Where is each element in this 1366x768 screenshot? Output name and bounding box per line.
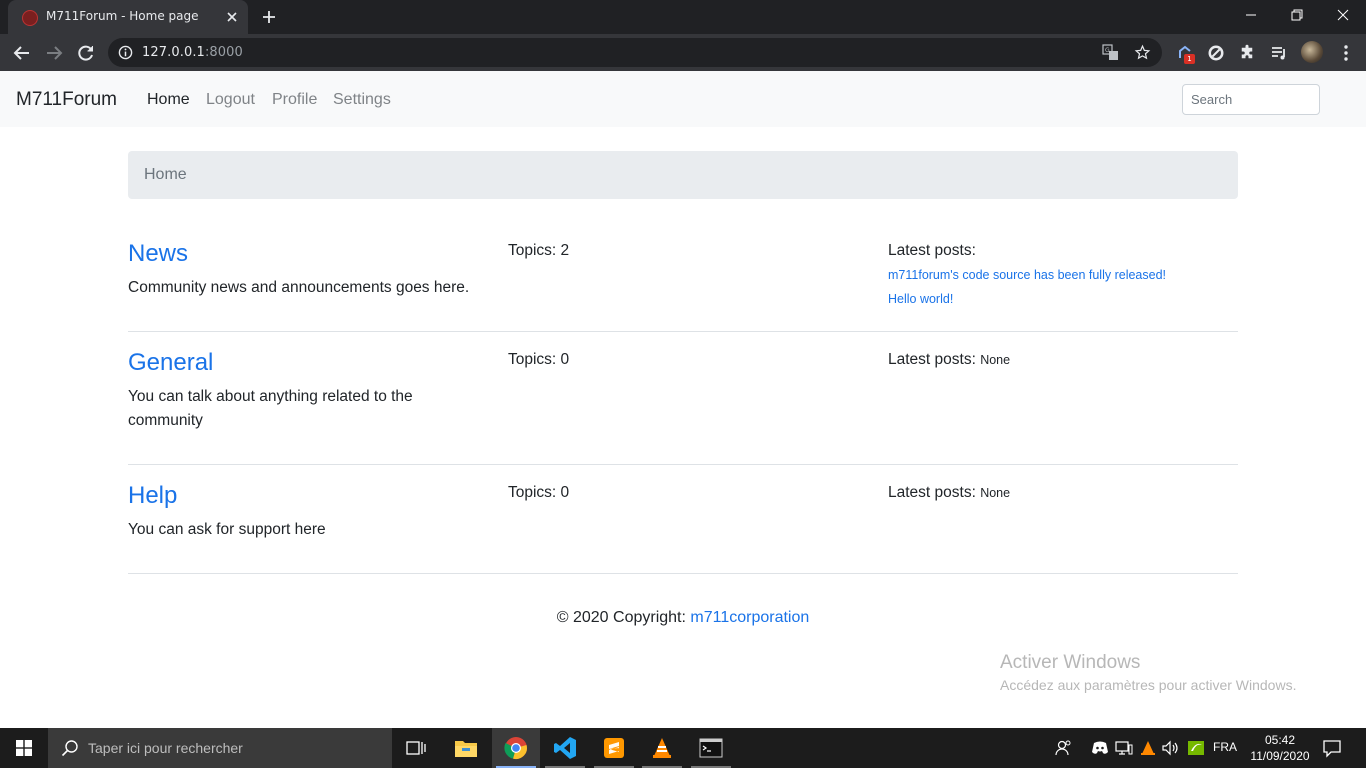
search-input[interactable]	[1182, 84, 1320, 115]
close-tab-icon[interactable]	[224, 9, 240, 25]
clock-time: 05:42	[1264, 733, 1296, 747]
nav-settings-link[interactable]: Settings	[333, 91, 391, 109]
minimize-icon[interactable]	[1228, 0, 1274, 30]
new-tab-icon[interactable]	[260, 8, 278, 26]
bookmark-star-icon[interactable]	[1134, 44, 1151, 61]
url-port: :8000	[204, 45, 243, 60]
sublime-text-icon	[604, 738, 624, 758]
profile-avatar[interactable]	[1301, 41, 1323, 63]
nav-logout-link[interactable]: Logout	[206, 91, 255, 109]
footer-company-link[interactable]: m711corporation	[690, 609, 809, 626]
forum-description: You can talk about anything related to t…	[128, 388, 413, 429]
input-language[interactable]: FRA	[1213, 740, 1237, 754]
extensions-puzzle-icon[interactable]	[1237, 43, 1257, 63]
browser-toolbar: 127.0.0.1:8000 G 1	[0, 34, 1366, 71]
nvidia-tray-icon[interactable]	[1186, 738, 1206, 758]
forward-icon[interactable]	[42, 41, 66, 65]
latest-posts-field: Latest posts: None	[888, 351, 1010, 369]
footer-copyright: © 2020 Copyright:	[556, 609, 691, 626]
clock-date: 11/09/2020	[1250, 749, 1310, 763]
svg-text:G: G	[1105, 47, 1110, 54]
vlc-icon	[653, 738, 671, 758]
close-window-icon[interactable]	[1320, 0, 1366, 30]
latest-posts-none: None	[980, 486, 1011, 500]
forum-topics-count: Topics: 0	[508, 484, 570, 501]
notification-center-icon[interactable]	[1322, 738, 1342, 758]
folder-icon	[455, 741, 477, 757]
breadcrumb: Home	[128, 151, 1238, 199]
translate-icon[interactable]: G	[1102, 44, 1119, 61]
people-icon[interactable]	[1054, 738, 1074, 758]
latest-posts-none: None	[980, 353, 1011, 367]
browser-tab[interactable]: M711Forum - Home page	[8, 0, 248, 34]
forum-description: You can ask for support here	[128, 521, 326, 538]
latest-posts-label: Latest posts:	[888, 242, 976, 259]
media-queue-icon[interactable]	[1269, 43, 1289, 63]
address-bar[interactable]: 127.0.0.1:8000 G	[108, 38, 1162, 67]
taskbar-vscode[interactable]	[541, 728, 589, 768]
site-footer: © 2020 Copyright: m711corporation	[0, 609, 1366, 627]
taskbar-sublime-text[interactable]	[590, 728, 638, 768]
activation-watermark-title: Activer Windows	[1000, 652, 1141, 673]
discord-tray-icon[interactable]	[1090, 738, 1110, 758]
terminal-icon	[699, 738, 723, 758]
browser-titlebar: M711Forum - Home page	[0, 0, 1366, 34]
vscode-icon	[554, 737, 576, 759]
latest-post-link[interactable]: m711forum's code source has been fully r…	[888, 268, 1166, 282]
restore-icon[interactable]	[1274, 0, 1320, 30]
taskbar-terminal[interactable]	[687, 728, 735, 768]
extension-notification-icon[interactable]: 1	[1175, 43, 1195, 64]
volume-icon[interactable]	[1160, 738, 1182, 758]
start-button[interactable]	[0, 728, 48, 768]
site-favicon-icon	[22, 10, 38, 26]
forum-title-link[interactable]: Help	[128, 482, 177, 510]
taskbar-clock[interactable]: 05:42 11/09/2020	[1248, 732, 1312, 764]
taskbar-file-explorer[interactable]	[442, 728, 490, 768]
site-brand[interactable]: M711Forum	[16, 89, 117, 111]
nav-home-link[interactable]: Home	[147, 91, 190, 109]
network-icon[interactable]	[1114, 738, 1134, 758]
blocker-extension-icon[interactable]	[1206, 43, 1226, 63]
breadcrumb-item-home: Home	[144, 166, 187, 183]
vlc-tray-icon[interactable]	[1138, 738, 1158, 758]
forum-title-link[interactable]: General	[128, 349, 213, 377]
reload-icon[interactable]	[74, 41, 98, 65]
activation-watermark-subtitle: Accédez aux paramètres pour activer Wind…	[1000, 677, 1297, 693]
forum-topics-count: Topics: 0	[508, 351, 570, 368]
windows-taskbar: Taper ici pour rechercher FRA 05:42 11/0…	[0, 728, 1366, 768]
divider	[128, 464, 1238, 465]
latest-posts-label: Latest posts:	[888, 484, 976, 501]
forum-description: Community news and announcements goes he…	[128, 279, 470, 296]
taskbar-search-box[interactable]: Taper ici pour rechercher	[48, 728, 392, 768]
windows-logo-icon	[16, 740, 32, 756]
tab-title: M711Forum - Home page	[46, 9, 199, 23]
extension-badge: 1	[1184, 54, 1195, 64]
task-view-icon	[406, 741, 426, 755]
site-info-icon[interactable]	[118, 45, 133, 60]
taskbar-search-placeholder: Taper ici pour rechercher	[88, 740, 243, 756]
chrome-menu-icon[interactable]	[1336, 43, 1356, 63]
taskbar-vlc[interactable]	[638, 728, 686, 768]
latest-posts-label: Latest posts:	[888, 351, 976, 368]
search-icon	[61, 740, 78, 757]
divider	[128, 331, 1238, 332]
chrome-icon	[504, 737, 527, 759]
latest-post-link[interactable]: Hello world!	[888, 292, 953, 306]
site-navbar: M711Forum Home Logout Profile Settings	[0, 71, 1366, 127]
forum-topics-count: Topics: 2	[508, 242, 570, 259]
forum-title-link[interactable]: News	[128, 240, 188, 268]
taskbar-chrome[interactable]	[492, 728, 540, 768]
latest-posts-field: Latest posts: None	[888, 484, 1010, 502]
nav-profile-link[interactable]: Profile	[272, 91, 317, 109]
divider	[128, 573, 1238, 574]
url-text[interactable]: 127.0.0.1:8000	[142, 45, 243, 60]
url-host: 127.0.0.1	[142, 45, 205, 60]
back-icon[interactable]	[10, 41, 34, 65]
task-view-button[interactable]	[392, 728, 440, 768]
